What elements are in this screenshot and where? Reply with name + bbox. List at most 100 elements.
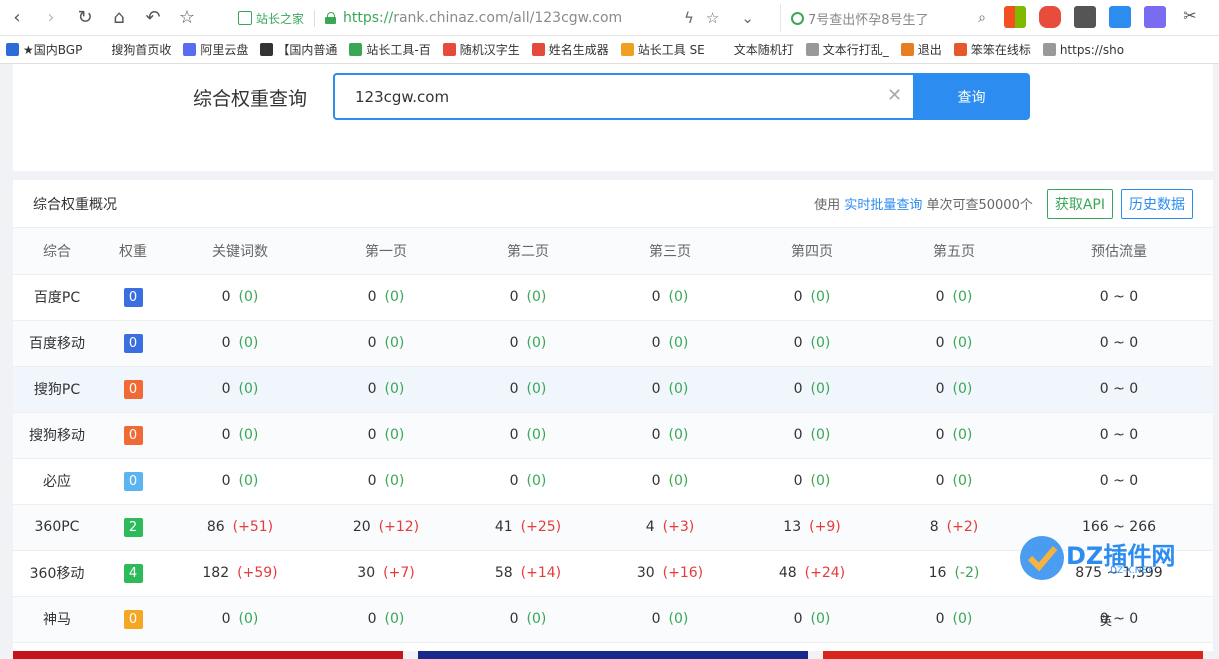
bookmark-favicon-icon [716,43,730,56]
ime-indicator[interactable]: 英 [1100,612,1112,629]
history-data-button[interactable]: 历史数据 [1121,188,1193,219]
clear-icon[interactable]: ✕ [887,87,903,105]
count-cell: 0 (0) [457,412,599,459]
count-change: (0) [668,473,689,489]
bookmark-item[interactable]: 随机汉字生 [437,36,526,63]
count-cell: 0 (0) [457,320,599,367]
bookmark-favicon-icon [183,43,197,56]
bookmark-label: ★国内BGP [23,43,83,57]
count-change: (0) [810,335,831,351]
table-row: 百度移动 0 0 (0) 0 (0) 0 (0) 0 (0) 0 (0) 0 (0) 0 ~ 0 [13,320,1213,367]
address-bar[interactable]: 站长之家 https://rank.chinaz.com/all/123cgw.… [238,4,750,32]
count-value: 58 [494,565,513,581]
star-icon[interactable]: ☆ [170,0,204,36]
ad-banner-2[interactable] [418,651,808,659]
count-change: (0) [526,427,547,443]
count-change: (0) [810,289,831,305]
count-cell: 86 (+51) [165,504,315,551]
bookmark-item[interactable]: 退出 [895,36,948,63]
site-badge[interactable]: 站长之家 [238,9,316,27]
count-value: 0 [367,381,377,397]
count-cell: 0 (0) [599,458,741,505]
bookmark-favicon-icon [620,43,634,56]
bookmark-item[interactable]: https://sho [1037,36,1130,63]
home-icon[interactable]: ⌂ [102,0,136,36]
windows-extension-icon[interactable] [1004,6,1026,28]
reload-icon[interactable]: ↻ [68,0,102,36]
bookmark-item[interactable]: 姓名生成器 [526,36,615,63]
count-cell: 0 (0) [457,596,599,643]
lightning-icon[interactable]: ϟ [684,9,694,27]
weight-cell: 0 [101,596,165,643]
clipboard-extension-icon[interactable] [1144,6,1166,28]
get-api-button[interactable]: 获取API [1046,188,1113,219]
count-value: 0 [509,289,519,305]
bookmark-item[interactable]: 站长工具-百 [343,36,436,63]
weight-badge: 0 [123,333,143,353]
batch-query-link[interactable]: 实时批量查询 [844,194,922,213]
engine-name: 360PC [13,504,101,551]
translate-extension-icon[interactable] [1109,6,1131,28]
count-cell: 0 (0) [165,274,315,321]
undo-icon[interactable]: ↶ [136,0,170,36]
count-value: 0 [367,473,377,489]
column-header: 第五页 [883,228,1025,275]
bookmark-item[interactable]: 搜狗首页收 [88,36,177,63]
count-cell: 8 (+2) [883,504,1025,551]
search-bar[interactable]: 7号查出怀孕8号生了 ⌕ [780,4,992,32]
weight-badge: 2 [123,517,143,537]
weight-cell: 0 [101,274,165,321]
count-value: 4 [645,519,655,535]
shield-icon [238,11,252,25]
traffic-estimate: 0 ~ 0 [1025,274,1213,321]
bookmark-favicon-icon [531,43,545,56]
count-cell: 0 (0) [883,320,1025,367]
bookmark-item[interactable]: 站长工具 SE [615,36,711,63]
count-change: (0) [952,473,973,489]
count-change: (0) [668,611,689,627]
count-change: (0) [526,335,547,351]
bookmark-item[interactable]: 文本行打乱_ [800,36,895,63]
bookmark-star-icon[interactable]: ☆ [706,9,719,27]
count-cell: 0 (0) [883,596,1025,643]
count-cell: 0 (0) [457,274,599,321]
domain-input[interactable]: 123cgw.com ✕ [333,73,913,120]
count-change: (+7) [383,565,415,581]
count-value: 0 [935,381,945,397]
count-value: 0 [935,473,945,489]
bookmark-item[interactable]: 阿里云盘 [177,36,254,63]
count-cell: 0 (0) [315,596,457,643]
bookmark-favicon-icon [260,43,274,56]
count-change: (0) [668,427,689,443]
extension-icons: ✂ [1004,6,1201,28]
query-button[interactable]: 查询 [913,73,1030,120]
book-extension-icon[interactable] [1074,6,1096,28]
engine-name: 百度移动 [13,320,101,367]
bookmark-item[interactable]: 笨笨在线标 [948,36,1037,63]
count-cell: 0 (0) [457,366,599,413]
count-change: (+9) [809,519,841,535]
back-icon[interactable]: ‹ [0,0,34,36]
bookmark-item[interactable]: ★国内BGP [0,36,88,63]
bookmark-item[interactable]: 【国内普通 [254,36,343,63]
ad-banner-1[interactable] [13,651,403,659]
dropdown-chevron-icon[interactable]: ⌄ [741,9,754,27]
count-cell: 0 (0) [165,458,315,505]
scissors-icon[interactable]: ✂ [1179,6,1201,28]
game-extension-icon[interactable] [1039,6,1061,28]
count-value: 0 [221,473,231,489]
forward-icon[interactable]: › [34,0,68,36]
count-cell: 30 (+7) [315,550,457,597]
ad-banner-3[interactable] [823,651,1203,659]
bookmark-item[interactable]: 文本随机打 [711,36,800,63]
count-cell: 0 (0) [165,412,315,459]
count-value: 0 [509,335,519,351]
weight-badge: 0 [123,425,143,445]
count-change: (0) [238,473,259,489]
count-cell: 13 (+9) [741,504,883,551]
bookmark-label: 站长工具-百 [366,43,431,57]
search-icon[interactable]: ⌕ [978,10,986,26]
count-cell: 0 (0) [315,274,457,321]
column-header: 第三页 [599,228,741,275]
count-value: 30 [636,565,655,581]
